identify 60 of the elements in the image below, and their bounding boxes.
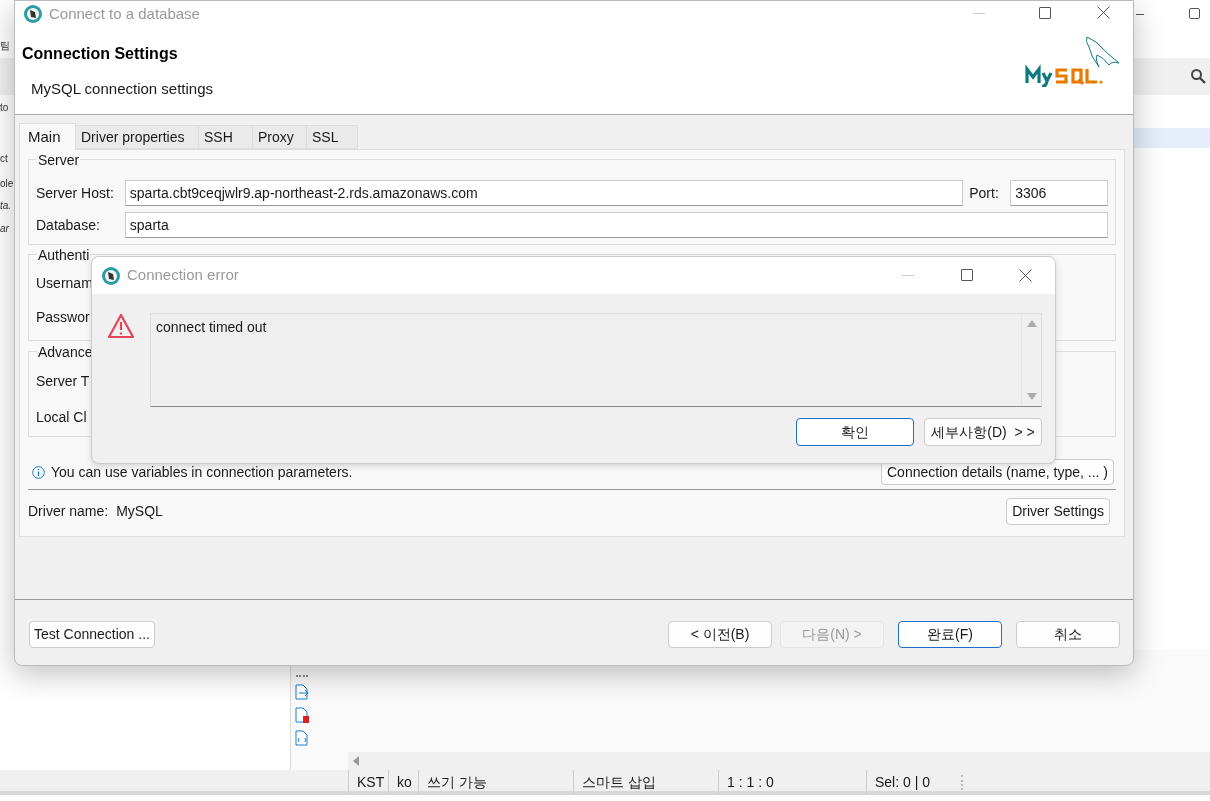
truncated-text: ta. xyxy=(0,199,12,213)
field-label: Driver name: xyxy=(28,502,109,521)
field-label: Usernam xyxy=(36,274,93,293)
window-title: Connect to a database xyxy=(49,3,200,24)
status-item: Sel: 0 | 0 xyxy=(866,770,976,795)
field-label: Server Host: xyxy=(36,183,115,203)
dialog-button[interactable]: 확인 xyxy=(796,418,914,446)
horizontal-scrollbar[interactable] xyxy=(348,752,1210,770)
tab[interactable]: SSL xyxy=(307,125,358,149)
dialog-button[interactable]: 취소 xyxy=(1016,621,1120,648)
field-label: Local Cl xyxy=(36,408,87,427)
error-message: connect timed out xyxy=(155,318,268,337)
dialog-button[interactable]: 세부사항(D) > > xyxy=(924,418,1042,446)
maximize-icon[interactable] xyxy=(1189,8,1200,19)
maximize-icon[interactable] xyxy=(961,269,973,281)
app-icon xyxy=(101,265,121,286)
info-text: You can use variables in connection parameters. xyxy=(51,462,353,482)
status-item: 쓰기 가능 xyxy=(418,770,573,795)
maximize-icon[interactable] xyxy=(1039,7,1051,19)
database-field[interactable]: sparta xyxy=(124,212,1108,238)
file-error-icon[interactable] xyxy=(295,707,309,723)
status-item: 1 : 1 : 0 xyxy=(718,770,866,795)
truncated-text: ar xyxy=(0,222,9,236)
dotted-separator-icon xyxy=(296,675,308,677)
dialog-button[interactable]: 완료(F) xyxy=(898,621,1002,648)
field-label: Port: xyxy=(969,183,1000,203)
tab[interactable]: Proxy xyxy=(253,125,307,149)
status-item: ko xyxy=(388,770,418,795)
host-field[interactable]: sparta.cbt9ceqjwlr9.ap-northeast-2.rds.amazonaws.com xyxy=(124,180,964,206)
scroll-left-icon[interactable] xyxy=(352,756,360,766)
truncated-text: ole xyxy=(0,177,14,191)
app-icon xyxy=(23,4,43,24)
warning-icon xyxy=(107,313,135,339)
tab[interactable]: SSH xyxy=(199,125,253,149)
field-label: Passwor xyxy=(36,308,90,327)
port-field[interactable]: 3306 xyxy=(1010,180,1108,206)
driver-settings-button[interactable]: Driver Settings xyxy=(1006,498,1110,525)
truncated-text: 팀 xyxy=(0,39,10,53)
window-title: Connection error xyxy=(127,265,239,286)
status-item: 스마트 삽입 xyxy=(573,770,718,795)
close-icon[interactable] xyxy=(1097,6,1110,19)
search-icon[interactable] xyxy=(1190,68,1206,84)
tab[interactable]: Main xyxy=(19,123,76,150)
tab[interactable]: Driver properties xyxy=(76,125,199,149)
test-connection-button[interactable]: Test Connection ... xyxy=(29,621,155,648)
page-subtitle: MySQL connection settings xyxy=(31,79,215,99)
dialog-button[interactable]: < 이전(B) xyxy=(668,621,772,648)
scroll-down-icon[interactable] xyxy=(1026,393,1037,401)
page-heading: Connection Settings xyxy=(22,44,179,64)
truncated-text: ct xyxy=(0,152,8,166)
truncated-text: to xyxy=(0,101,9,115)
close-icon[interactable] xyxy=(1019,269,1032,282)
field-label: Database: xyxy=(36,215,101,235)
field-label: Server T xyxy=(36,372,90,391)
file-export-icon[interactable] xyxy=(295,684,309,700)
driver-name: MySQL xyxy=(116,502,163,521)
status-item: KST xyxy=(348,770,388,795)
info-icon xyxy=(32,465,45,479)
scroll-up-icon[interactable] xyxy=(1026,319,1037,327)
file-variable-icon[interactable] xyxy=(295,730,309,746)
